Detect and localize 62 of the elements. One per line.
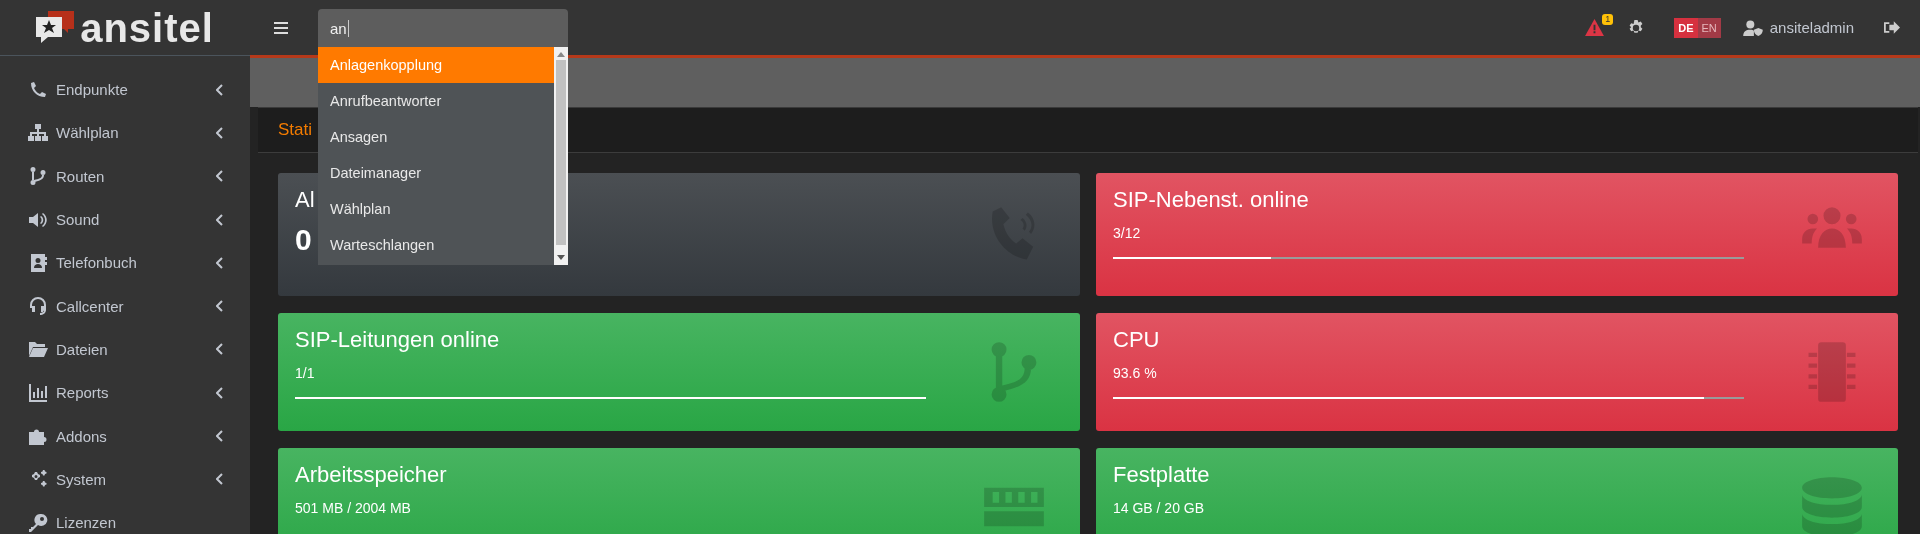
sitemap-icon xyxy=(28,122,48,143)
suggestion-item[interactable]: Dateimanager xyxy=(318,155,554,191)
warning-icon[interactable] xyxy=(1585,19,1605,36)
user-name[interactable]: ansiteladmin xyxy=(1769,19,1854,36)
language-option[interactable]: EN xyxy=(1697,17,1721,38)
sidebar-item[interactable]: Dateien xyxy=(0,327,250,372)
suggestion-item[interactable]: Wählplan xyxy=(318,191,554,227)
chevron-icon xyxy=(216,213,224,226)
card-value: 1/1 xyxy=(295,365,315,381)
sidebar-item[interactable]: System xyxy=(0,457,250,501)
phone-icon xyxy=(28,79,48,100)
card-title: SIP-Leitungen online xyxy=(295,327,500,353)
sidebar-item[interactable]: Telefonbuch xyxy=(0,241,250,285)
sidebar-item[interactable]: Callcenter xyxy=(0,284,250,328)
user-shield-icon[interactable] xyxy=(1742,19,1763,36)
card-title: Al xyxy=(295,187,315,213)
sidebar-item[interactable]: Lizenzen xyxy=(0,500,250,534)
sidebar-item[interactable]: Sound xyxy=(0,197,250,242)
chevron-icon xyxy=(216,300,224,313)
logout-icon[interactable] xyxy=(1884,21,1900,34)
contact-book-icon xyxy=(28,252,48,273)
sidebar-item[interactable]: Reports xyxy=(0,371,250,415)
panel-title: Stati xyxy=(278,120,313,140)
card-title: Festplatte xyxy=(1113,462,1210,488)
suggestion-item[interactable]: Anrufbeantworter xyxy=(318,83,554,119)
card-title: CPU xyxy=(1113,327,1160,353)
sidebar-item[interactable]: Wählplan xyxy=(0,111,250,155)
menu-icon[interactable] xyxy=(274,21,288,34)
notification-badge: 1 xyxy=(1602,14,1614,25)
key-icon xyxy=(28,512,48,533)
suggestion-item[interactable]: Ansagen xyxy=(318,119,554,155)
card-value: 501 MB / 2004 MB xyxy=(295,500,411,516)
logo-text: ansitel xyxy=(80,7,214,48)
chevron-icon xyxy=(216,430,224,442)
sidebar-item[interactable]: Addons xyxy=(0,414,250,458)
chevron-icon xyxy=(216,170,224,183)
card-title: SIP-Nebenst. online xyxy=(1113,187,1309,213)
card-value: 93.6 % xyxy=(1113,365,1157,381)
chevron-icon xyxy=(216,126,224,139)
language-option[interactable]: DE xyxy=(1674,17,1698,38)
suggestion-item[interactable]: Warteschlangen xyxy=(318,227,554,263)
search-field[interactable]: an xyxy=(318,9,568,47)
chevron-icon xyxy=(216,83,224,96)
chevron-icon xyxy=(216,473,224,486)
branch-icon xyxy=(28,166,48,187)
chevron-icon xyxy=(216,343,224,356)
database-icon xyxy=(1800,475,1864,534)
sidebar-item[interactable]: Endpunkte xyxy=(0,68,250,112)
scrollbar[interactable] xyxy=(554,47,568,265)
chevron-icon xyxy=(216,256,224,269)
sidebar-item[interactable]: Routen xyxy=(0,154,250,198)
bar-chart-icon xyxy=(28,382,48,403)
card-value: 14 GB / 20 GB xyxy=(1113,500,1205,516)
settings-icon[interactable] xyxy=(1628,19,1645,36)
folder-icon xyxy=(28,339,48,360)
card-value: 3/12 xyxy=(1113,225,1141,241)
card-title: Arbeitsspeicher xyxy=(295,462,447,488)
card-value: 0 xyxy=(295,223,312,257)
logo-icon xyxy=(36,10,77,45)
scroll-down-icon[interactable] xyxy=(557,255,565,261)
headset-icon xyxy=(28,296,48,317)
chevron-icon xyxy=(216,386,224,399)
